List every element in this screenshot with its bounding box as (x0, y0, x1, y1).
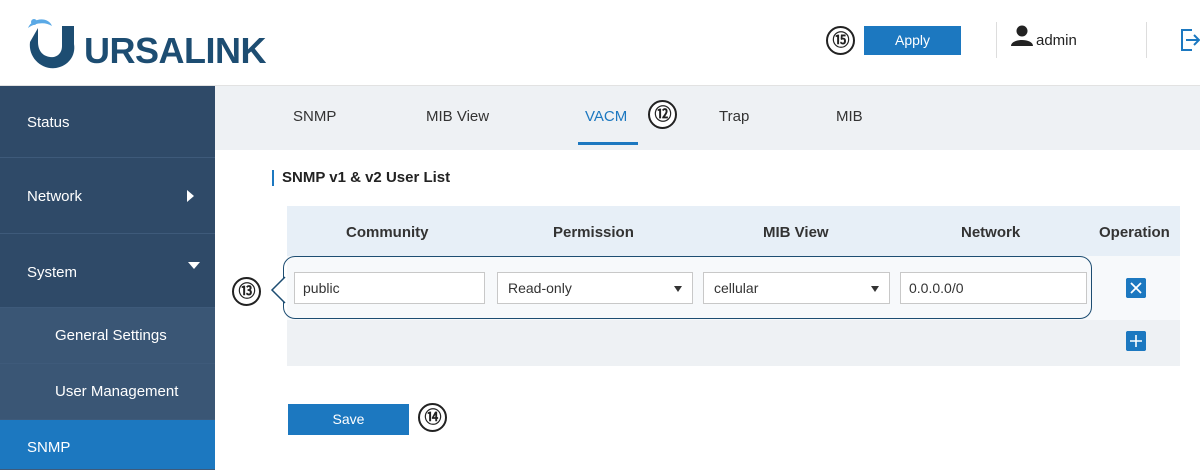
annotation-marker-13: ⑬ (232, 277, 261, 306)
sidebar-item-label: Network (27, 188, 83, 205)
user-icon (1011, 25, 1033, 46)
sidebar: Status Network System General Settings U… (0, 86, 215, 470)
sidebar-item-label: SNMP (27, 439, 71, 456)
sidebar-item-status[interactable]: Status (0, 86, 215, 158)
tab-vacm[interactable]: VACM (585, 108, 627, 125)
column-header-permission: Permission (553, 224, 634, 241)
header-divider (996, 22, 997, 58)
save-button[interactable]: Save (288, 404, 409, 435)
sidebar-item-general-settings[interactable]: General Settings (0, 308, 215, 364)
column-header-network: Network (961, 224, 1021, 241)
apply-button[interactable]: Apply (864, 26, 961, 55)
tab-mib[interactable]: MIB (836, 108, 863, 125)
tab-bar: SNMP MIB View VACM Trap MIB (215, 86, 1200, 150)
sidebar-item-network[interactable]: Network (0, 158, 215, 234)
logout-icon[interactable] (1178, 28, 1200, 52)
sidebar-item-snmp[interactable]: SNMP (0, 420, 215, 470)
sidebar-item-label: System (27, 264, 78, 281)
column-header-mib-view: MIB View (763, 224, 829, 241)
sidebar-item-label: General Settings (55, 327, 167, 344)
column-header-community: Community (346, 224, 429, 241)
tab-trap[interactable]: Trap (719, 108, 749, 125)
annotation-marker-12: ⑫ (648, 100, 677, 129)
active-tab-indicator (578, 142, 638, 145)
annotation-marker-14: ⑭ (418, 403, 447, 432)
top-header: URSALINK ⑮ Apply admin (0, 0, 1200, 86)
chevron-down-icon (188, 262, 200, 269)
header-divider (1146, 22, 1147, 58)
sidebar-item-user-management[interactable]: User Management (0, 364, 215, 420)
row-callout-outline (283, 256, 1092, 319)
brand-name: URSALINK (84, 30, 267, 71)
tab-snmp[interactable]: SNMP (293, 108, 336, 125)
tab-mib-view[interactable]: MIB View (426, 108, 489, 125)
section-title: SNMP v1 & v2 User List (272, 170, 450, 186)
annotation-marker-15: ⑮ (826, 26, 855, 55)
add-row-icon[interactable] (1126, 331, 1146, 351)
logo-mark-icon (28, 19, 75, 69)
sidebar-item-label: Status (27, 114, 70, 131)
callout-pointer (270, 276, 286, 304)
sidebar-item-system[interactable]: System (0, 234, 215, 308)
column-header-operation: Operation (1099, 224, 1170, 241)
chevron-right-icon (187, 190, 194, 202)
ursalink-logo: URSALINK (22, 14, 267, 76)
username-label[interactable]: admin (1036, 32, 1077, 49)
delete-row-icon[interactable] (1126, 278, 1146, 298)
sidebar-item-label: User Management (55, 383, 179, 400)
